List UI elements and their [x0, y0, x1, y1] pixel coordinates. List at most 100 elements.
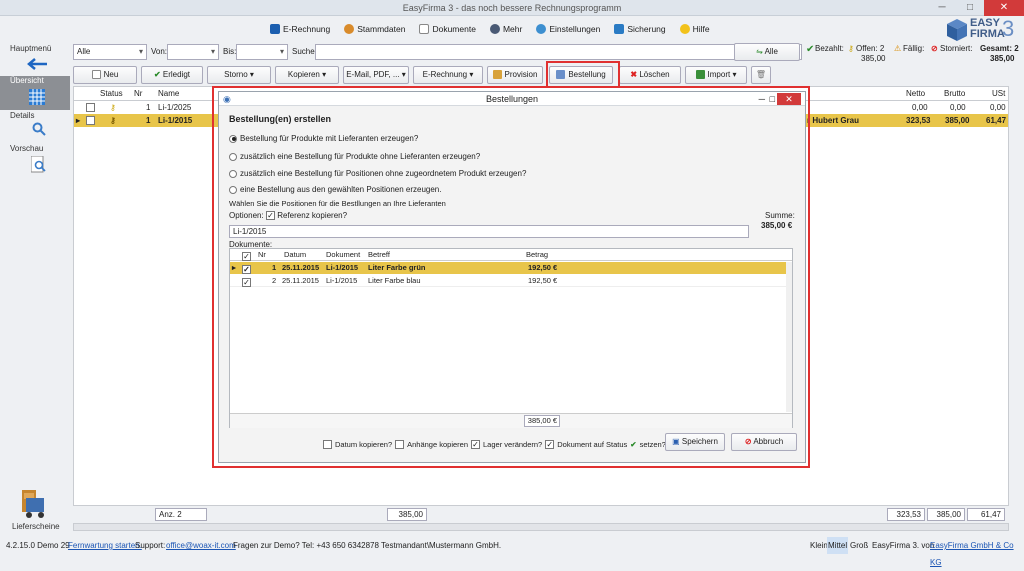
preview-icon[interactable]	[31, 156, 47, 174]
positions-grid: ✓ Nr Datum Dokument Betreff Betrag ▸ ✓ 1…	[229, 248, 793, 428]
size-gross[interactable]: Groß	[850, 537, 868, 554]
summe-value: 385,00 €	[761, 221, 793, 230]
option-with-supplier[interactable]: Bestellung für Produkte mit Lieferanten …	[229, 134, 418, 143]
provision-button[interactable]: Provision	[487, 66, 543, 84]
type-filter-select[interactable]: Alle	[73, 44, 147, 60]
e-icon	[270, 24, 280, 34]
col-brutto[interactable]: Brutto	[944, 87, 965, 100]
row-checkbox[interactable]	[86, 103, 95, 113]
email-pdf-button[interactable]: E-Mail, PDF, ... ▾	[343, 66, 409, 84]
dialog-title-bar: ◉ Bestellungen ─ □ ✕	[219, 92, 805, 106]
radio-button[interactable]	[229, 152, 237, 161]
document-icon	[419, 24, 430, 34]
dialog-heading: Bestellung(en) erstellen	[229, 114, 332, 124]
lager-checkbox[interactable]: ✓	[471, 440, 481, 449]
loeschen-button[interactable]: ✖ Löschen	[619, 66, 681, 84]
summe-label: Summe:	[765, 211, 795, 220]
kopieren-button[interactable]: Kopieren ▾	[275, 66, 339, 84]
erledigt-button[interactable]: ✔ Erledigt	[141, 66, 203, 84]
app-icon: ◉	[223, 94, 231, 104]
check-icon[interactable]: ✔	[630, 440, 636, 449]
company-link[interactable]: EasyFirma GmbH & Co KG	[930, 537, 1024, 571]
neu-button[interactable]: Neu	[73, 66, 137, 84]
von-date-select[interactable]	[167, 44, 219, 60]
chevron-down-icon: ▾	[469, 70, 474, 79]
check-icon: ✔	[153, 70, 161, 79]
dialog-minimize-button[interactable]: ─	[759, 92, 765, 106]
menu-erechnung[interactable]: E-Rechnung	[270, 24, 330, 34]
menu-sicherung[interactable]: Sicherung	[614, 24, 666, 34]
lieferscheine-icon[interactable]	[18, 488, 48, 520]
sidebar-hauptmenu[interactable]: Hauptmenü	[0, 44, 70, 53]
gear-icon	[536, 24, 547, 34]
radio-button[interactable]	[229, 185, 237, 194]
import-icon	[695, 70, 705, 80]
people-icon	[344, 24, 355, 34]
dialog-close-button[interactable]: ✕	[777, 93, 801, 105]
menu-einstellungen[interactable]: Einstellungen	[536, 24, 600, 34]
close-button[interactable]: ✕	[984, 0, 1024, 16]
alle-button[interactable]: ⇋ Alle	[734, 43, 800, 61]
grid-icon	[29, 89, 45, 105]
row-checkbox[interactable]: ✓	[242, 264, 251, 274]
maximize-button[interactable]: □	[956, 0, 984, 16]
trash-button[interactable]: 🗑	[751, 66, 771, 84]
col-ust[interactable]: USt	[992, 87, 1005, 100]
position-row[interactable]: ✓ 2 25.11.2015 Li-1/2015 Liter Farbe bla…	[230, 275, 786, 287]
col-netto[interactable]: Netto	[906, 87, 925, 100]
option-selected-positions[interactable]: eine Bestellung aus den gewählten Positi…	[229, 185, 441, 194]
menu-hilfe[interactable]: Hilfe	[679, 24, 710, 34]
back-arrow-icon[interactable]	[26, 58, 48, 70]
key-icon: ⚷	[110, 103, 116, 112]
search-input[interactable]	[315, 44, 802, 60]
col-nr[interactable]: Nr	[134, 87, 142, 100]
row-checkbox[interactable]	[86, 116, 95, 126]
speichern-button[interactable]: ▣ Speichern	[665, 433, 725, 451]
import-button[interactable]: Import ▾	[685, 66, 747, 84]
sidebar-vorschau[interactable]: Vorschau	[0, 144, 70, 153]
status-checkbox[interactable]: ✓	[545, 440, 555, 449]
fernwartung-link[interactable]: Fernwartung starten.	[68, 537, 142, 554]
sidebar-lieferscheine[interactable]: Lieferscheine	[0, 522, 70, 531]
referenz-checkbox[interactable]: ✓	[266, 211, 275, 221]
faellig-label: Fällig:	[903, 44, 925, 53]
menu-dokumente[interactable]: Dokumente	[419, 24, 476, 34]
sidebar-uebersicht[interactable]: Übersicht	[0, 76, 70, 110]
horizontal-scrollbar[interactable]	[73, 523, 1009, 531]
datum-kopieren-checkbox[interactable]	[323, 440, 332, 449]
option-without-product[interactable]: zusätzlich eine Bestellung für Positione…	[229, 169, 526, 178]
magnifier-icon[interactable]	[32, 122, 46, 136]
dialog-options-row: Datum kopieren? Anhänge kopieren ✓ Lager …	[323, 440, 666, 449]
storno-button[interactable]: Storno ▾	[207, 66, 271, 84]
suche-label: Suche:	[292, 47, 317, 56]
row-checkbox[interactable]: ✓	[242, 277, 251, 287]
size-mittel[interactable]: Mittel	[827, 537, 849, 554]
abbruch-button[interactable]: ⊘ Abbruch	[731, 433, 797, 451]
position-row-selected[interactable]: ▸ ✓ 1 25.11.2015 Li-1/2015 Liter Farbe g…	[230, 262, 786, 274]
radio-button[interactable]	[229, 169, 237, 178]
dialog-maximize-button[interactable]: □	[770, 92, 775, 106]
vertical-scrollbar[interactable]	[786, 262, 792, 412]
anhaenge-checkbox[interactable]	[395, 440, 405, 449]
demo-info-text: Fragen zur Demo? Tel: +43 650 6342878 Te…	[233, 541, 502, 550]
option-without-supplier[interactable]: zusätzlich eine Bestellung für Produkte …	[229, 152, 480, 161]
referenz-option[interactable]: ✓ Referenz kopieren?	[266, 211, 347, 221]
col-status[interactable]: Status	[100, 87, 123, 100]
delete-icon: ✖	[630, 70, 638, 79]
offen-label: Offen: 2	[856, 44, 885, 53]
col-name[interactable]: Name	[158, 87, 179, 100]
minimize-button[interactable]: ─	[928, 0, 956, 16]
easyfirma-logo: EASY FIRMA 3	[946, 17, 1016, 43]
size-klein[interactable]: Klein	[810, 537, 828, 554]
select-all-checkbox[interactable]: ✓	[242, 251, 251, 261]
chevron-down-icon: ▾	[732, 70, 737, 79]
erechnung-button[interactable]: E-Rechnung ▾	[413, 66, 483, 84]
referenz-input[interactable]: Li-1/2015	[229, 225, 749, 238]
menu-stammdaten[interactable]: Stammdaten	[344, 24, 405, 34]
menu-mehr[interactable]: Mehr	[489, 24, 522, 34]
grid-footer: Anz. 2 385,00 323,53 385,00 61,47	[73, 508, 1009, 522]
support-email-link[interactable]: office@woax-it.com	[166, 537, 236, 554]
sidebar-details[interactable]: Details	[0, 111, 70, 120]
bis-date-select[interactable]	[236, 44, 288, 60]
radio-button[interactable]	[229, 134, 237, 143]
